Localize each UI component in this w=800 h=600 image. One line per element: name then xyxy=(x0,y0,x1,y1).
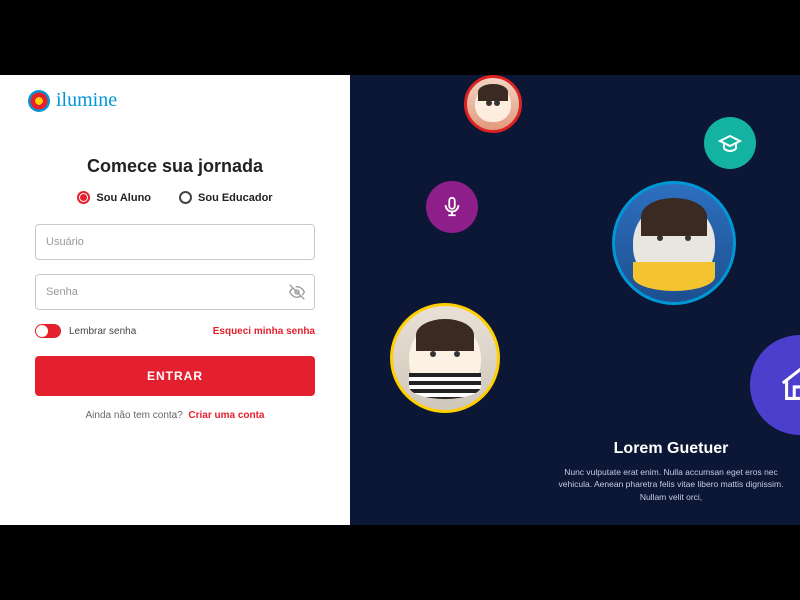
microphone-icon xyxy=(426,181,478,233)
brand-name: ilumine xyxy=(56,89,117,112)
toggle-password-visibility-icon[interactable] xyxy=(289,284,305,300)
username-input[interactable] xyxy=(35,224,315,260)
password-input[interactable] xyxy=(35,274,315,310)
promo-panel: Lorem Guetuer Nunc vulputate erat enim. … xyxy=(350,75,800,525)
avatar-small-1 xyxy=(464,75,522,133)
promo-title: Lorem Guetuer xyxy=(556,440,786,458)
signup-link[interactable]: Criar uma conta xyxy=(188,410,264,421)
face-icon xyxy=(409,322,482,395)
radio-unselected-icon xyxy=(179,191,192,204)
brand: ilumine xyxy=(28,89,322,112)
signup-line: Ainda não tem conta? Criar uma conta xyxy=(86,410,265,421)
face-icon xyxy=(475,86,511,122)
remember-group: Lembrar senha xyxy=(35,324,136,338)
remember-toggle[interactable] xyxy=(35,324,61,338)
letterbox-top xyxy=(0,0,800,75)
login-stage: ilumine Comece sua jornada Sou Aluno Sou… xyxy=(0,75,800,525)
login-panel: ilumine Comece sua jornada Sou Aluno Sou… xyxy=(0,75,350,525)
password-field-wrap xyxy=(35,274,315,310)
avatar-large-1 xyxy=(612,181,736,305)
decorative-blob-icon xyxy=(750,335,800,435)
login-headline: Comece sua jornada xyxy=(87,156,263,177)
role-selector: Sou Aluno Sou Educador xyxy=(77,191,272,204)
promo-body: Nunc vulputate erat enim. Nulla accumsan… xyxy=(556,466,786,503)
submit-button[interactable]: ENTRAR xyxy=(35,356,315,396)
role-educator-label: Sou Educador xyxy=(198,192,273,204)
promo-copy: Lorem Guetuer Nunc vulputate erat enim. … xyxy=(556,440,786,503)
login-form: Comece sua jornada Sou Aluno Sou Educado… xyxy=(28,156,322,421)
radio-selected-icon xyxy=(77,191,90,204)
username-field-wrap xyxy=(35,224,315,260)
face-icon xyxy=(633,202,716,285)
avatar-large-2 xyxy=(390,303,500,413)
signup-prompt: Ainda não tem conta? xyxy=(86,410,183,421)
role-student[interactable]: Sou Aluno xyxy=(77,191,151,204)
letterbox-bottom xyxy=(0,525,800,600)
remember-label: Lembrar senha xyxy=(69,326,136,337)
brand-logo-icon xyxy=(28,90,50,112)
options-row: Lembrar senha Esqueci minha senha xyxy=(35,324,315,338)
graduation-cap-icon xyxy=(704,117,756,169)
forgot-password-link[interactable]: Esqueci minha senha xyxy=(213,326,315,337)
role-student-label: Sou Aluno xyxy=(96,192,151,204)
role-educator[interactable]: Sou Educador xyxy=(179,191,273,204)
